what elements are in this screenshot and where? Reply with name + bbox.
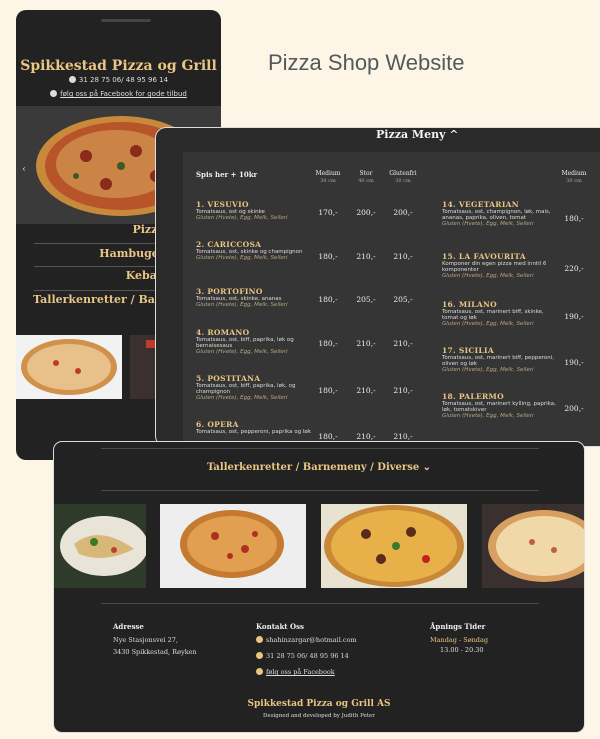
phone-icon bbox=[256, 652, 263, 659]
hours-heading: Åpnings Tider bbox=[430, 622, 486, 631]
price: 180,- bbox=[318, 295, 338, 304]
col-glutenfri: Glutenfri 30 cm bbox=[389, 170, 417, 184]
facebook-link[interactable]: følg oss på Facebook for gode tilbud bbox=[16, 90, 221, 98]
contact-heading: Kontakt Oss bbox=[256, 622, 304, 631]
address-line2: 3430 Spikkestad, Røyken bbox=[113, 648, 197, 656]
menu-item: 5. POSTITANA Tomatsaus, ost, biff, paprik… bbox=[196, 374, 296, 401]
divider bbox=[101, 490, 539, 491]
price: 200,- bbox=[393, 208, 413, 217]
gallery-photo bbox=[54, 504, 146, 588]
menu-panel: Spis her + 10kr Medium 30 cm Stor 40 cm Gl… bbox=[183, 152, 600, 446]
price: 210,- bbox=[356, 339, 376, 348]
company-name: Spikkestad Pizza og Grill AS bbox=[247, 699, 391, 709]
menu-item: 3. PORTOFINO Tomatsaus, ost, skinke, anan… bbox=[196, 287, 288, 308]
menu-item: 6. OPERA Tomatsaus, ost, pepperoni, papri… bbox=[196, 420, 311, 435]
price: 180,- bbox=[318, 386, 338, 395]
gallery-photo bbox=[482, 504, 584, 588]
address-heading: Adresse bbox=[113, 622, 144, 631]
menu-item: 14. VEGETARIAN Tomatsaus, ost, champignon… bbox=[442, 200, 551, 227]
pizza-menu-header[interactable]: Pizza Meny ^ bbox=[376, 128, 459, 141]
col-stor: Stor 40 cm bbox=[358, 170, 374, 184]
svg-text:‹: ‹ bbox=[22, 164, 26, 175]
phone-icon bbox=[68, 76, 76, 83]
menu-item: 2. CARICCOSA Tomatsaus, ost, skinke og ch… bbox=[196, 240, 303, 261]
phone-contact[interactable]: 31 28 75 06/ 48 95 96 14 bbox=[16, 76, 221, 84]
price: 205,- bbox=[356, 295, 376, 304]
menu-item: 18. PALERMO Tomatsaus, ost, marinert kyll… bbox=[442, 392, 556, 419]
menu-item: 16. MILANO Tomatsaus, ost, marinert biff,… bbox=[442, 300, 544, 327]
facebook-text: følg oss på Facebook for gode tilbud bbox=[60, 90, 187, 98]
gallery-photo bbox=[321, 504, 467, 588]
facebook-link[interactable]: følg oss på Facebook bbox=[256, 668, 335, 676]
price: 210,- bbox=[393, 252, 413, 261]
hours-days: Mandag - Søndag bbox=[430, 636, 488, 644]
menu-item: 17. SICILIA Tomatsaus, ost, marinert biff… bbox=[442, 346, 555, 373]
address-line1: Nye Stasjonsvei 27, bbox=[113, 636, 178, 644]
col-medium: Medium 30 cm bbox=[315, 170, 341, 184]
price: 210,- bbox=[393, 339, 413, 348]
desktop-menu-screen: Pizza Meny ^ Spis her + 10kr Medium 30 cm… bbox=[156, 128, 600, 446]
menu-item: 1. VESUVIO Tomatsaus, ost og skinke Gluten… bbox=[196, 200, 288, 221]
price: 220,- bbox=[564, 264, 584, 273]
price: 210,- bbox=[393, 386, 413, 395]
price: 180,- bbox=[564, 214, 584, 223]
menu-item: 4. ROMANO Tomatsaus, ost, biff, paprika, … bbox=[196, 328, 294, 355]
section-toggle-tallerken[interactable]: Tallerkenretter / Barnemeny / Diverse ⌄ bbox=[54, 462, 584, 473]
phone-speaker bbox=[101, 19, 151, 22]
hours-time: 13.00 - 20.30 bbox=[440, 646, 484, 654]
facebook-icon bbox=[256, 668, 263, 675]
gallery-photo bbox=[160, 504, 306, 588]
price: 200,- bbox=[356, 208, 376, 217]
price: 190,- bbox=[564, 358, 584, 367]
phone-number: 31 28 75 06/ 48 95 96 14 bbox=[78, 76, 169, 84]
price: 190,- bbox=[564, 312, 584, 321]
contact-phone[interactable]: 31 28 75 06/ 48 95 96 14 bbox=[256, 652, 349, 660]
price: 170,- bbox=[318, 208, 338, 217]
site-title: Spikkestad Pizza og Grill bbox=[20, 58, 217, 74]
menu-item: 15. LA FAVOURITA Komponer din egen pizza … bbox=[442, 252, 547, 279]
at-icon bbox=[256, 636, 263, 643]
divider bbox=[101, 603, 539, 604]
price: 210,- bbox=[393, 432, 413, 441]
facebook-icon bbox=[50, 90, 58, 97]
col-medium-right: Medium 30 cm bbox=[561, 170, 587, 184]
divider bbox=[101, 448, 539, 449]
price: 180,- bbox=[318, 339, 338, 348]
email-link[interactable]: shahinzargar@hotmail.com bbox=[256, 636, 357, 644]
price: 210,- bbox=[356, 386, 376, 395]
page-label: Pizza Shop Website bbox=[268, 50, 465, 75]
price: 180,- bbox=[318, 432, 338, 441]
price: 210,- bbox=[356, 252, 376, 261]
credit-text: Designed and developed by Judith Peter bbox=[263, 713, 375, 719]
price: 210,- bbox=[356, 432, 376, 441]
price: 180,- bbox=[318, 252, 338, 261]
column-title: Spis her + 10kr bbox=[196, 170, 258, 179]
price: 205,- bbox=[393, 295, 413, 304]
price: 200,- bbox=[564, 404, 584, 413]
desktop-footer-screen: Tallerkenretter / Barnemeny / Diverse ⌄ … bbox=[54, 442, 584, 732]
